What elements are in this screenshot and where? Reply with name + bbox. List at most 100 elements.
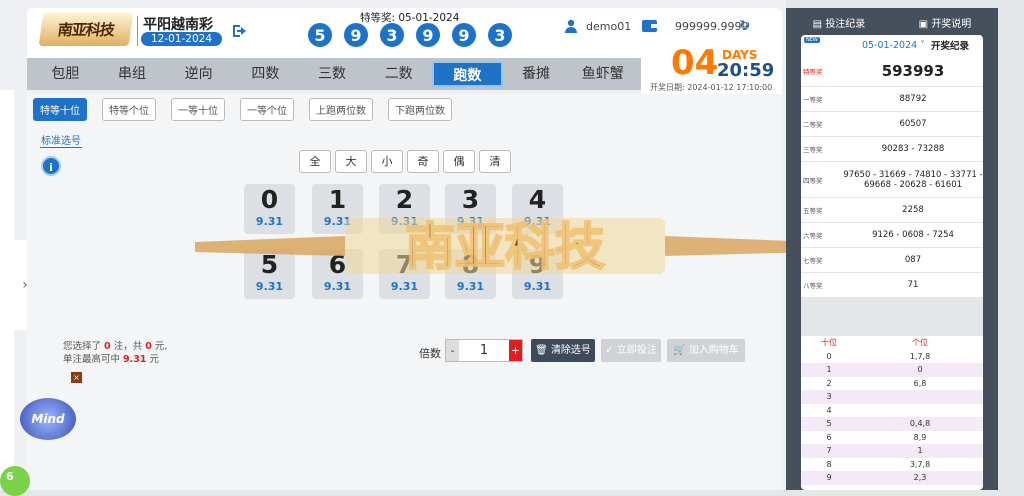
tail-digit: 1 bbox=[826, 365, 832, 374]
filter-odd-button[interactable]: 奇 bbox=[407, 150, 439, 173]
tab-chuanzu[interactable]: 串组 bbox=[99, 61, 166, 87]
increment-button[interactable]: + bbox=[509, 340, 522, 361]
tab-baodan[interactable]: 包胆 bbox=[32, 61, 99, 87]
tab-sanshu[interactable]: 三数 bbox=[299, 61, 366, 87]
subtab-special-units[interactable]: 特等个位 bbox=[102, 98, 156, 121]
tail-digit: 5 bbox=[826, 419, 832, 428]
tail-table: 0 1,7,8 1 0 2 6,8 3 4 5 0,4,8 6 8,9 7 1 8 3,7,8 9 2,3 bbox=[801, 349, 983, 485]
new-tag: NEW bbox=[804, 37, 820, 43]
tail-row: 0 1,7,8 bbox=[801, 349, 983, 363]
add-to-cart-button[interactable]: 🛒 加入购物车 bbox=[667, 339, 745, 362]
summary-text: 元 bbox=[149, 354, 160, 365]
tail-values: 1 bbox=[917, 446, 923, 455]
multiplier-stepper: - 1 + bbox=[445, 339, 523, 362]
quick-filters: 全 大 小 奇 偶 清 bbox=[299, 150, 511, 173]
tail-values: 2,3 bbox=[913, 473, 927, 482]
prize-label: 三等奖 bbox=[803, 146, 823, 154]
multiplier-label: 倍数 bbox=[419, 347, 441, 360]
tab-nixiang[interactable]: 逆向 bbox=[165, 61, 232, 87]
tail-digit: 9 bbox=[826, 473, 832, 482]
bet-summary: 您选择了 0 注，共 0 元, 单注最高可中 9.31 元 bbox=[63, 340, 167, 366]
refresh-icon[interactable]: ↻ bbox=[739, 18, 751, 34]
results-date: 05-01-2024 bbox=[861, 39, 918, 51]
filter-small-button[interactable]: 小 bbox=[371, 150, 403, 173]
prize-value: 97650 - 31669 - 74810 - 33771 - 69668 - … bbox=[843, 169, 983, 190]
tail-values: 0 bbox=[917, 365, 923, 374]
tail-values: 0,4,8 bbox=[909, 419, 931, 428]
tail-values: 1,7,8 bbox=[909, 351, 931, 361]
decrement-button[interactable]: - bbox=[446, 340, 459, 361]
summary-text: 注，共 bbox=[113, 341, 143, 352]
summary-text: 单注最高可中 bbox=[63, 354, 121, 365]
tail-row: 4 bbox=[801, 403, 983, 417]
prize-row: 六等奖 9126 - 0608 - 7254 bbox=[801, 223, 983, 248]
summary-text: 元, bbox=[154, 341, 168, 352]
max-win: 9.31 bbox=[123, 354, 147, 365]
tab-sishu[interactable]: 四数 bbox=[232, 61, 299, 87]
subtab-upper-two[interactable]: 上跑两位数 bbox=[309, 98, 373, 121]
prize-label: 四等奖 bbox=[803, 176, 823, 185]
prize-value: 593993 bbox=[881, 61, 945, 80]
side-strip bbox=[0, 90, 14, 490]
multiplier-input[interactable]: 1 bbox=[459, 340, 509, 361]
prize-label: 六等奖 bbox=[803, 232, 823, 240]
prize-row: 二等奖 60507 bbox=[801, 112, 983, 137]
game-tabs: 包胆 串组 逆向 四数 三数 二数 跑数 番摊 鱼虾蟹 bbox=[27, 58, 641, 90]
bet-count: 0 bbox=[104, 341, 111, 352]
user-icon bbox=[565, 19, 577, 33]
tail-row: 8 3,7,8 bbox=[801, 457, 983, 471]
bet-record-label: 投注纪录 bbox=[825, 18, 866, 30]
subtab-first-units[interactable]: 一等个位 bbox=[240, 98, 294, 121]
promo-badge[interactable]: Mind bbox=[20, 398, 76, 440]
digit-number: 1 bbox=[328, 185, 347, 214]
exit-icon[interactable] bbox=[231, 22, 249, 40]
draw-info-link[interactable]: ▣ 开奖说明 bbox=[892, 15, 998, 30]
filter-clear-button[interactable]: 清 bbox=[479, 150, 511, 173]
filter-even-button[interactable]: 偶 bbox=[443, 150, 475, 173]
tail-digit: 8 bbox=[826, 459, 832, 469]
clear-selection-button[interactable]: 🗑 清除选号 bbox=[531, 339, 595, 362]
bet-record-link[interactable]: ▤ 投注纪录 bbox=[786, 15, 892, 30]
cart-label: 加入购物车 bbox=[688, 345, 739, 356]
tail-row: 9 2,3 bbox=[801, 471, 983, 485]
tail-values: 8,9 bbox=[913, 432, 927, 442]
info-icon[interactable]: i bbox=[41, 156, 61, 176]
place-bet-button[interactable]: ✓ 立即投注 bbox=[601, 339, 661, 362]
prize-label: 七等奖 bbox=[803, 257, 823, 265]
countdown-time: 20:59 bbox=[717, 60, 775, 81]
prize-value: 087 bbox=[904, 255, 922, 265]
logo: 南亚科技 bbox=[38, 12, 134, 46]
tab-ershu[interactable]: 二数 bbox=[365, 61, 432, 87]
floating-ball[interactable]: 6 bbox=[0, 466, 30, 496]
close-icon[interactable]: × bbox=[71, 372, 82, 383]
header-divider bbox=[137, 16, 138, 46]
tail-digit: 4 bbox=[826, 405, 832, 415]
right-panel: ▤ 投注纪录 ▣ 开奖说明 NEW 05-01-2024 ˅ 开奖纪录 特等奖 5… bbox=[786, 8, 998, 490]
prize-label: 一等奖 bbox=[803, 96, 823, 104]
subtab-special-tens[interactable]: 特等十位 bbox=[33, 98, 87, 121]
subtab-first-tens[interactable]: 一等十位 bbox=[171, 98, 225, 121]
subtab-lower-two[interactable]: 下跑两位数 bbox=[388, 98, 452, 121]
prize-row: 四等奖 97650 - 31669 - 74810 - 33771 - 69668… bbox=[801, 162, 983, 198]
filter-big-button[interactable]: 大 bbox=[335, 150, 367, 173]
special-balls: 5 9 3 9 9 3 bbox=[308, 23, 512, 47]
tab-yuxiaxie[interactable]: 鱼虾蟹 bbox=[569, 61, 636, 87]
tail-header: 十位 个位 bbox=[801, 336, 983, 350]
standard-select-link[interactable]: 标准选号 bbox=[40, 132, 82, 148]
prize-row: 五等奖 2258 bbox=[801, 198, 983, 223]
prize-value: 2258 bbox=[902, 205, 924, 215]
tail-values: 6,8 bbox=[913, 378, 927, 388]
tab-paoshu[interactable]: 跑数 bbox=[432, 61, 503, 87]
filter-all-button[interactable]: 全 bbox=[299, 150, 331, 173]
results-date-select[interactable]: 05-01-2024 ˅ bbox=[862, 40, 925, 51]
countdown-days: 04 bbox=[671, 43, 719, 83]
tail-digit: 0 bbox=[826, 351, 832, 361]
tab-fantan[interactable]: 番摊 bbox=[503, 61, 570, 87]
tail-digit: 2 bbox=[826, 378, 832, 388]
tail-row: 6 8,9 bbox=[801, 430, 983, 444]
tail-row: 10 bbox=[801, 363, 983, 377]
username: demo01 bbox=[586, 20, 632, 33]
result-ball: 9 bbox=[416, 23, 440, 47]
tail-row: 5 0,4,8 bbox=[801, 417, 983, 431]
tail-digit: 3 bbox=[826, 392, 832, 401]
